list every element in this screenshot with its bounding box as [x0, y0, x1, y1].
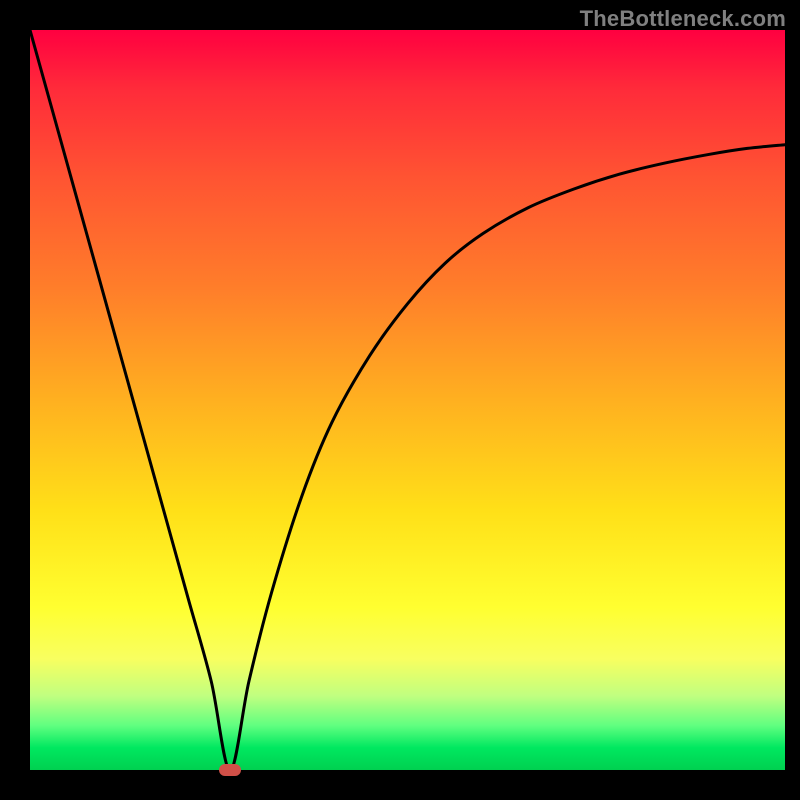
- watermark-text: TheBottleneck.com: [580, 6, 786, 32]
- plot-area: [30, 30, 785, 770]
- minimum-marker: [219, 764, 241, 776]
- bottleneck-curve: [30, 30, 785, 770]
- curve-layer: [30, 30, 785, 770]
- chart-frame: TheBottleneck.com: [0, 0, 800, 800]
